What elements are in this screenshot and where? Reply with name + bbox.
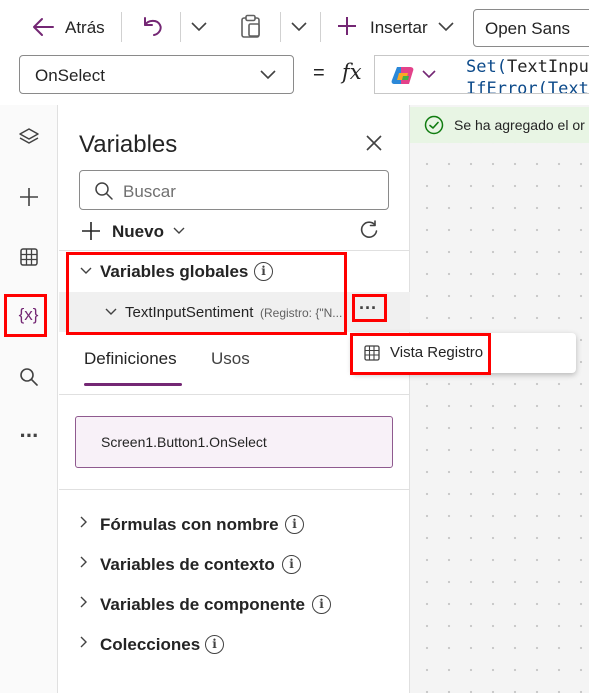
insert-button[interactable]: Insertar (370, 18, 428, 38)
divider (280, 12, 281, 42)
chevron-right-icon (80, 596, 87, 608)
font-select-value: Open Sans (485, 19, 571, 38)
chevron-right-icon (80, 636, 87, 648)
more-icon[interactable]: ··· (8, 415, 50, 457)
section-component-variables[interactable]: Variables de componente i (59, 592, 410, 620)
tab-definiciones[interactable]: Definiciones (84, 349, 182, 387)
section-label: Colecciones (100, 635, 201, 654)
info-icon[interactable]: i (282, 555, 301, 574)
formula-line-1: Set(TextInpu (466, 57, 589, 77)
font-select[interactable]: Open Sans (473, 9, 589, 47)
search-placeholder: Buscar (123, 182, 176, 201)
left-rail: {x} ··· (0, 105, 58, 693)
section-label: Fórmulas con nombre (100, 515, 279, 534)
refresh-icon[interactable] (359, 220, 379, 240)
divider (320, 12, 321, 42)
plus-icon[interactable] (8, 176, 50, 218)
search-icon[interactable] (8, 356, 50, 398)
definition-text: Screen1.Button1.OnSelect (101, 434, 267, 450)
divider (59, 489, 410, 490)
plus-icon (82, 222, 100, 240)
chevron-right-icon (80, 556, 87, 568)
chevron-right-icon (80, 516, 87, 528)
chevron-down-icon (173, 227, 185, 234)
property-select-value: OnSelect (35, 66, 105, 85)
chevron-down-icon[interactable] (438, 22, 454, 32)
copilot-icon[interactable] (391, 65, 415, 86)
new-variable-label: Nuevo (112, 222, 164, 241)
highlight-box (352, 294, 387, 322)
design-canvas[interactable] (410, 105, 589, 693)
section-named-formulas[interactable]: Fórmulas con nombre i (59, 512, 410, 540)
definition-card[interactable]: Screen1.Button1.OnSelect (75, 416, 393, 468)
section-collections[interactable]: Colecciones i (59, 632, 410, 660)
section-label: Variables de componente (100, 595, 306, 614)
equals-sign: = (313, 62, 325, 84)
fx-icon[interactable]: fx (342, 62, 362, 83)
notification-text: Se ha agregado el or (454, 117, 585, 133)
variables-panel: Variables Buscar Nuevo Variables globale… (59, 105, 410, 693)
info-icon[interactable]: i (312, 595, 331, 614)
highlight-box (66, 252, 347, 335)
formula-bar[interactable]: Set(TextInpu IfError(Text (374, 55, 589, 94)
divider (59, 250, 410, 251)
highlight-box (350, 333, 491, 375)
property-select[interactable]: OnSelect (19, 55, 294, 94)
section-context-variables[interactable]: Variables de contexto i (59, 552, 410, 580)
close-icon[interactable] (364, 133, 384, 153)
chevron-down-icon[interactable] (422, 70, 436, 79)
active-tab-indicator (84, 383, 182, 386)
more-icon-label: ··· (19, 423, 40, 448)
back-button[interactable]: Atrás (65, 18, 105, 38)
highlight-box (4, 294, 47, 337)
formula-line-2: IfError(Text (466, 79, 589, 94)
search-input[interactable]: Buscar (79, 170, 389, 210)
back-arrow-icon[interactable] (32, 17, 54, 37)
notification-bar: Se ha agregado el or (410, 107, 589, 143)
paste-icon[interactable] (240, 14, 262, 39)
info-icon[interactable]: i (205, 635, 224, 654)
success-icon (424, 115, 444, 135)
tab-definiciones-label: Definiciones (84, 349, 177, 368)
layers-icon[interactable] (8, 117, 50, 159)
search-icon (94, 181, 114, 201)
chevron-down-icon[interactable] (191, 22, 207, 32)
data-grid-icon[interactable] (8, 236, 50, 278)
divider (180, 12, 181, 42)
formula-argument: TextInpu (506, 57, 589, 77)
formula-function: Set( (466, 57, 507, 77)
panel-title: Variables (79, 131, 178, 158)
chevron-down-icon (260, 70, 276, 80)
info-icon[interactable]: i (285, 515, 304, 534)
divider (59, 394, 410, 395)
toolbar: Atrás Insertar Open Sans OnSelect = fx S… (0, 0, 589, 105)
divider (121, 12, 122, 42)
chevron-down-icon[interactable] (291, 22, 307, 32)
new-variable-button[interactable]: Nuevo (81, 219, 191, 245)
undo-icon[interactable] (140, 15, 164, 37)
section-label: Variables de contexto (100, 555, 275, 574)
tab-usos[interactable]: Usos (211, 349, 250, 369)
plus-icon[interactable] (337, 16, 357, 36)
